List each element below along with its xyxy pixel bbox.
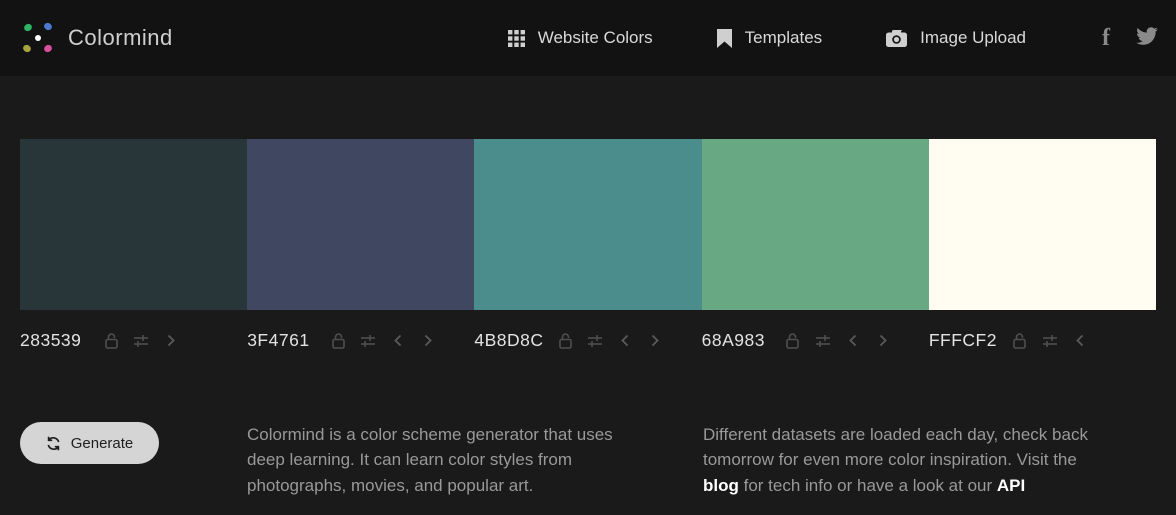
lock-icon[interactable] xyxy=(557,332,573,350)
nav-label: Templates xyxy=(745,28,822,48)
sliders-icon[interactable] xyxy=(133,332,149,350)
color-swatch-2[interactable] xyxy=(247,139,474,310)
hex-code: 3F4761 xyxy=(247,330,313,351)
sliders-icon[interactable] xyxy=(815,332,831,350)
logo-dot-pink xyxy=(43,43,53,53)
colormind-logo-icon[interactable] xyxy=(20,21,58,55)
move-right-icon[interactable] xyxy=(647,332,663,350)
swatch-1-controls: 283539 xyxy=(20,310,247,351)
swatch-3-controls: 4B8D8C xyxy=(474,310,701,351)
color-swatch-1[interactable] xyxy=(20,139,247,310)
move-left-icon[interactable] xyxy=(617,332,633,350)
about-right-part1: Different datasets are loaded each day, … xyxy=(703,425,1088,469)
move-left-icon[interactable] xyxy=(1072,332,1088,350)
camera-icon xyxy=(886,30,907,47)
move-right-icon[interactable] xyxy=(420,332,436,350)
facebook-icon[interactable]: f xyxy=(1102,26,1110,50)
color-swatch-3[interactable] xyxy=(474,139,701,310)
generate-button-label: Generate xyxy=(71,435,134,452)
lock-icon[interactable] xyxy=(330,332,346,350)
color-swatch-5[interactable] xyxy=(929,139,1156,310)
generate-button[interactable]: Generate xyxy=(20,422,159,464)
blog-link[interactable]: blog xyxy=(703,476,739,495)
grid-icon xyxy=(508,30,525,47)
sliders-icon[interactable] xyxy=(587,332,603,350)
color-swatch-4[interactable] xyxy=(702,139,929,310)
brand-name[interactable]: Colormind xyxy=(68,25,173,51)
header: Colormind Website Colors Templates xyxy=(0,0,1176,76)
lock-icon[interactable] xyxy=(785,332,801,350)
palette-controls: 283539 3F4761 xyxy=(20,310,1156,351)
bookmark-icon xyxy=(717,29,732,48)
swatch-2-controls: 3F4761 xyxy=(247,310,474,351)
logo-dot-white xyxy=(35,35,41,41)
twitter-icon[interactable] xyxy=(1136,27,1158,50)
swatch-5-controls: FFFCF2 xyxy=(929,310,1156,351)
move-right-icon[interactable] xyxy=(875,332,891,350)
color-palette xyxy=(20,139,1156,310)
hex-code: FFFCF2 xyxy=(929,330,995,351)
move-left-icon[interactable] xyxy=(390,332,406,350)
bottom-section: Generate Colormind is a color scheme gen… xyxy=(20,422,1156,498)
sliders-icon[interactable] xyxy=(360,332,376,350)
hex-code: 4B8D8C xyxy=(474,330,540,351)
lock-icon[interactable] xyxy=(103,332,119,350)
api-link[interactable]: API xyxy=(997,476,1025,495)
nav-website-colors[interactable]: Website Colors xyxy=(508,28,653,48)
nav-label: Image Upload xyxy=(920,28,1026,48)
about-text-left: Colormind is a color scheme generator th… xyxy=(247,422,653,498)
hex-code: 283539 xyxy=(20,330,86,351)
move-right-icon[interactable] xyxy=(163,332,179,350)
logo-dot-green xyxy=(23,22,33,32)
lock-icon[interactable] xyxy=(1012,332,1028,350)
swatch-4-controls: 68A983 xyxy=(702,310,929,351)
logo-dot-blue xyxy=(43,21,53,31)
hex-code: 68A983 xyxy=(702,330,768,351)
about-right-part2: for tech info or have a look at our xyxy=(739,476,997,495)
nav-label: Website Colors xyxy=(538,28,653,48)
move-left-icon[interactable] xyxy=(845,332,861,350)
logo-dot-yellow xyxy=(22,43,32,53)
social-links: f xyxy=(1102,26,1158,50)
main-nav: Website Colors Templates Image Upload xyxy=(508,28,1026,48)
about-text-right: Different datasets are loaded each day, … xyxy=(703,422,1099,498)
sliders-icon[interactable] xyxy=(1042,332,1058,350)
nav-templates[interactable]: Templates xyxy=(717,28,822,48)
nav-image-upload[interactable]: Image Upload xyxy=(886,28,1026,48)
refresh-icon xyxy=(46,436,61,451)
